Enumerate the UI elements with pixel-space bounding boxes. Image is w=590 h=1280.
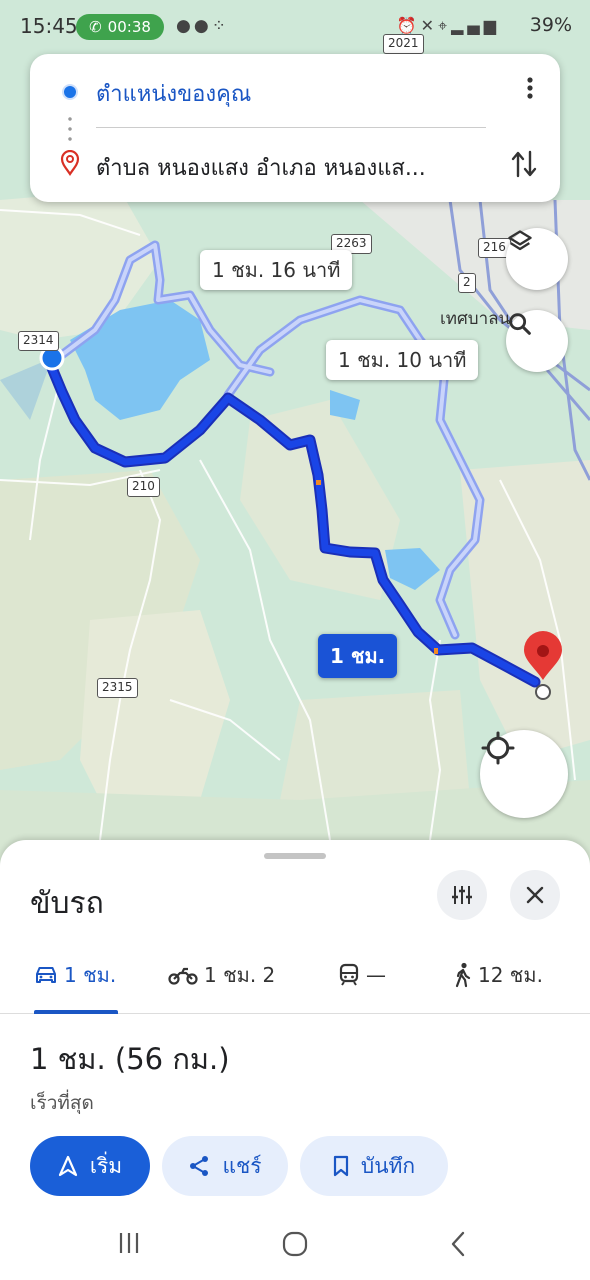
route-connector	[68, 114, 72, 144]
road-number-2314: 2314	[18, 331, 59, 351]
system-nav-bar	[0, 1210, 590, 1280]
travel-mode-tabs: 1 ชม. 1 ชม. 2 — 12 ชม.	[0, 940, 590, 1014]
close-button[interactable]	[510, 870, 560, 920]
tab-walk-label: 12 ชม.	[478, 963, 543, 987]
destination-field[interactable]: ตำบล หนองแสง อำเภอ หนองแส...	[96, 150, 426, 185]
signal-icon: ▂▄▆	[451, 16, 500, 35]
navigation-arrow-icon	[58, 1155, 77, 1177]
swap-vert-icon	[511, 150, 537, 178]
tab-transit-label: —	[366, 963, 386, 987]
home-icon	[282, 1231, 308, 1257]
crosshair-icon	[481, 731, 515, 765]
active-tab-indicator	[34, 1010, 118, 1014]
place-label: เทศบาลน	[440, 309, 511, 329]
start-button-label: เริ่ม	[89, 1153, 123, 1178]
car-icon	[36, 967, 56, 983]
tab-drive[interactable]: 1 ชม.	[34, 958, 116, 992]
destination-pin-icon	[60, 150, 80, 176]
back-icon	[451, 1231, 465, 1257]
tab-motorbike[interactable]: 1 ชม. 2	[168, 958, 275, 992]
divider	[96, 127, 486, 128]
phone-icon: ✆	[89, 18, 102, 36]
my-location-button[interactable]	[480, 730, 568, 818]
save-button-label: บันทึก	[360, 1153, 416, 1178]
more-options-button[interactable]	[526, 76, 534, 105]
more-vert-icon	[527, 77, 533, 99]
origin-dot-icon	[62, 84, 78, 100]
share-icon	[190, 1156, 209, 1176]
start-button[interactable]: เริ่ม	[30, 1136, 150, 1196]
primary-route-label[interactable]: 1 ชม.	[318, 634, 398, 678]
chat-icon: ●	[176, 16, 194, 36]
alt-route-label-2[interactable]: 1 ชม. 10 นาที	[326, 340, 479, 380]
layers-button[interactable]	[506, 228, 568, 290]
battery-level: 39%	[529, 14, 572, 36]
search-icon	[509, 313, 531, 335]
walk-icon	[455, 962, 471, 988]
transit-icon	[339, 963, 359, 986]
line-icon: ●	[193, 16, 212, 36]
call-indicator[interactable]: ✆ 00:38	[76, 14, 164, 40]
system-icons: ⏰✕⌖▂▄▆	[397, 16, 500, 36]
tab-walk[interactable]: 12 ชม.	[454, 958, 543, 992]
road-number-210: 210	[127, 477, 160, 497]
mute-icon: ✕	[420, 16, 439, 35]
motorbike-icon	[168, 967, 198, 985]
route-subtitle: เร็วที่สุด	[30, 1092, 94, 1114]
tab-drive-label: 1 ชม.	[64, 963, 117, 987]
route-options-button[interactable]	[437, 870, 487, 920]
alt-route-label-1[interactable]: 1 ชม. 16 นาที	[200, 250, 353, 290]
road-number-2: 2	[458, 273, 476, 293]
origin-field[interactable]: ตำแหน่งของคุณ	[96, 76, 251, 111]
status-time: 15:45	[20, 14, 78, 38]
save-button[interactable]: บันทึก	[300, 1136, 448, 1196]
tab-transit[interactable]: —	[338, 958, 386, 992]
search-button[interactable]	[506, 310, 568, 372]
back-button[interactable]	[448, 1230, 468, 1262]
swap-button[interactable]	[510, 148, 538, 184]
call-timer: 00:38	[107, 18, 151, 36]
close-icon	[526, 886, 544, 904]
home-button[interactable]	[281, 1230, 309, 1262]
route-summary: 1 ชม. (56 กม.)	[30, 1042, 230, 1076]
sheet-title: ขับรถ	[30, 886, 104, 921]
alarm-icon: ⏰	[396, 16, 421, 35]
sheet-drag-handle[interactable]	[264, 853, 326, 859]
tab-motorbike-label: 1 ชม. 2	[204, 963, 276, 987]
layers-icon	[508, 230, 532, 251]
bookmark-icon	[333, 1155, 348, 1177]
dots-icon: ⁘	[211, 16, 229, 36]
recent-apps-icon	[119, 1233, 139, 1253]
status-bar: 15:45 ✆ 00:38 ●●⁘ ⏰✕⌖▂▄▆ 39%	[0, 0, 590, 52]
share-button-label: แชร์	[222, 1153, 262, 1178]
tune-icon	[452, 886, 472, 904]
share-button[interactable]: แชร์	[162, 1136, 288, 1196]
location-icon: ⌖	[438, 16, 452, 35]
route-search-card: ตำแหน่งของคุณ ตำบล หนองแสง อำเภอ หนองแส.…	[30, 54, 560, 202]
road-number-2315: 2315	[97, 678, 138, 698]
notification-icons: ●●⁘	[176, 16, 229, 36]
recent-apps-button[interactable]	[118, 1230, 140, 1260]
